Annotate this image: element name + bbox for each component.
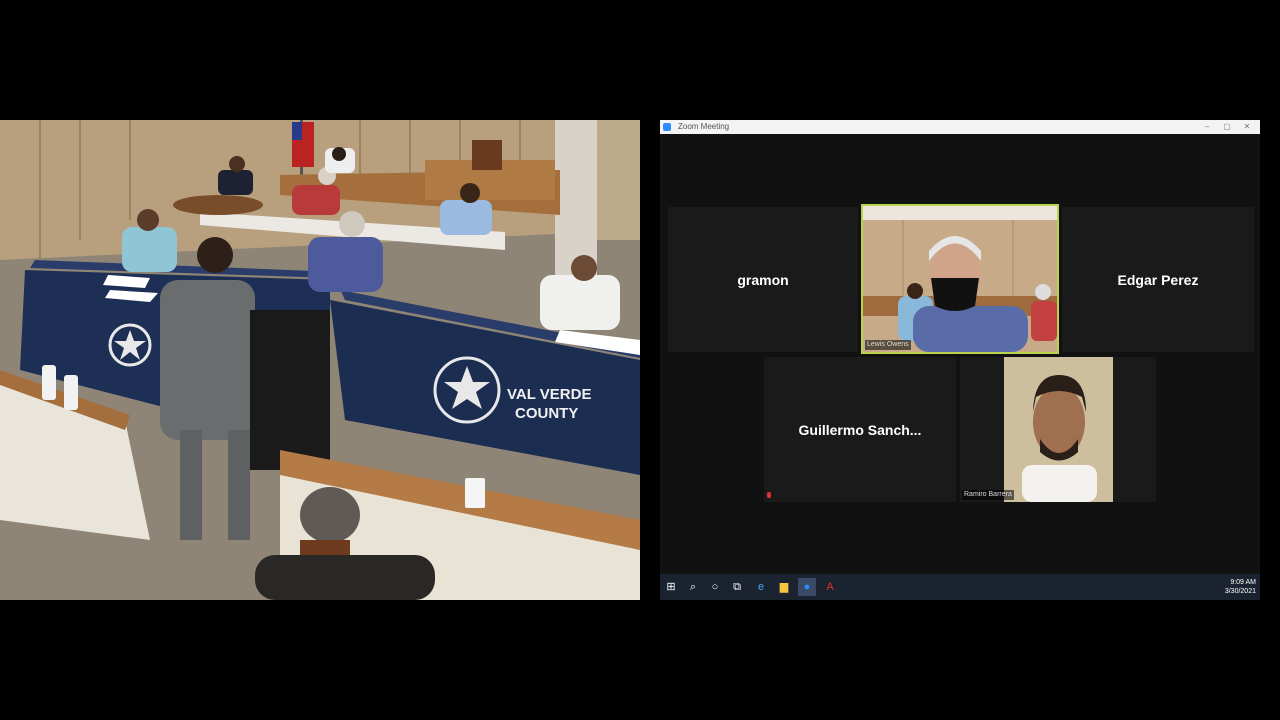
participant-tile-ramiro-barrera[interactable]: Ramiro Barrera	[960, 357, 1156, 502]
participant-name: Guillermo Sanch...	[798, 421, 922, 438]
zoom-icon[interactable]: ●	[798, 578, 816, 596]
participant-name-tag: Lewis Owens	[865, 340, 911, 350]
search-icon[interactable]: ⌕	[684, 578, 702, 596]
window-titlebar: Zoom Meeting – ▢ ✕	[660, 120, 1260, 134]
minimize-button[interactable]: –	[1200, 120, 1214, 134]
courtroom-scene: VAL VERDE COUNTY	[0, 120, 640, 600]
participant-tile-guillermo[interactable]: Guillermo Sanch...	[764, 357, 956, 502]
participant-tile-active-speaker[interactable]: Lewis Owens	[861, 204, 1068, 354]
courtroom-video-feed: VAL VERDE COUNTY	[0, 120, 640, 600]
windows-taskbar: ⊞ ⌕ ○ ⧉ e ▆ ● A 9:09 AM 3/30/2021	[660, 574, 1260, 600]
participant-name-tag: Ramiro Barrera	[962, 490, 1014, 500]
participant-name: gramon	[737, 271, 789, 288]
close-button[interactable]: ✕	[1240, 120, 1254, 134]
zoom-meeting-window: Zoom Meeting – ▢ ✕ gramon Lewis Owens Ed…	[660, 120, 1260, 600]
mic-muted-icon	[767, 492, 771, 498]
zoom-app-icon	[663, 123, 671, 131]
edge-icon[interactable]: e	[752, 578, 770, 596]
acrobat-icon[interactable]: A	[821, 578, 839, 596]
participant-name: Edgar Perez	[1117, 271, 1199, 288]
clock-time: 9:09 AM	[1230, 579, 1256, 586]
table-banner-line1: VAL VERDE	[507, 386, 591, 403]
file-explorer-icon[interactable]: ▆	[775, 578, 793, 596]
participant-video-ramiro	[1004, 357, 1113, 502]
windows-icon[interactable]: ⊞	[662, 578, 680, 596]
participant-video-active	[863, 206, 1057, 352]
clock-date: 3/30/2021	[1224, 588, 1256, 595]
participant-tile-gramon[interactable]: gramon	[668, 207, 858, 352]
system-clock[interactable]: 9:09 AM 3/30/2021	[1225, 578, 1256, 596]
window-title: Zoom Meeting	[678, 122, 730, 131]
cortana-icon[interactable]: ○	[706, 578, 724, 596]
maximize-button[interactable]: ▢	[1220, 120, 1234, 134]
task-view-icon[interactable]: ⧉	[728, 578, 746, 596]
table-banner-line2: COUNTY	[515, 405, 578, 422]
participant-tile-edgar-perez[interactable]: Edgar Perez	[1062, 207, 1254, 352]
